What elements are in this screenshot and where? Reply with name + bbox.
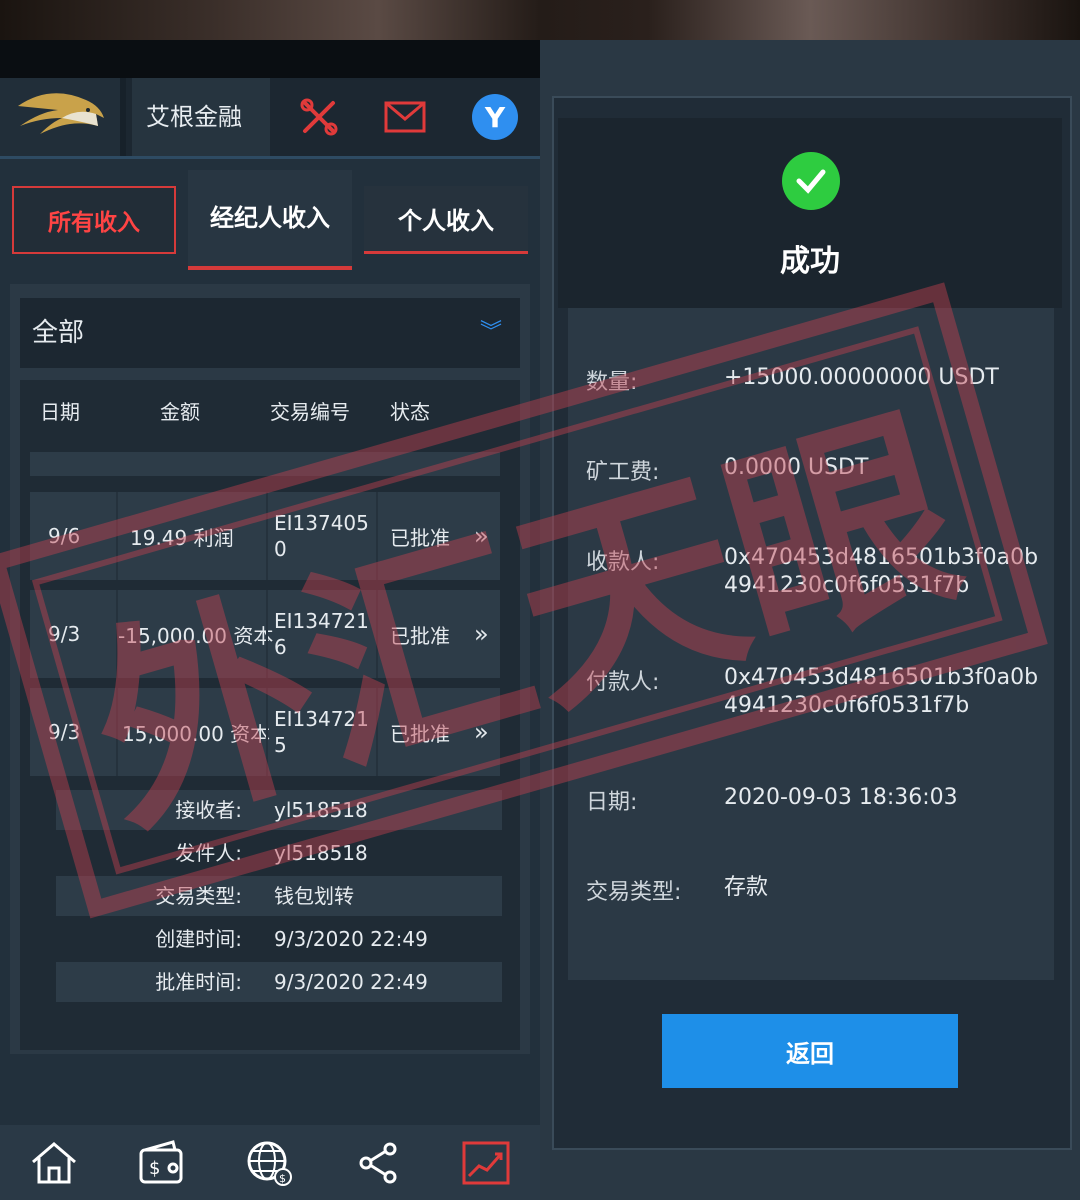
table-row[interactable]: 9/3 15,000.00 资本 EI1347215 已批准 »: [30, 688, 500, 776]
table-row[interactable]: 9/3 -15,000.00 资本 EI1347216 已批准 »: [30, 590, 500, 678]
transactions-table: 日期 金额 交易编号 状态 9/6 19.49 利润 EI1374050 已批准…: [20, 380, 520, 1050]
top-photo-strip: [0, 0, 1080, 40]
field-label: 矿工费:: [586, 460, 660, 485]
transaction-details: 数量: +15000.00000000 USDT 矿工费: 0.0000 USD…: [568, 308, 1054, 980]
share-icon[interactable]: [324, 1125, 432, 1200]
filter-value: 全部: [32, 318, 85, 348]
field-label: 数量:: [586, 370, 638, 395]
result-header: 成功: [558, 118, 1062, 308]
column-header-status: 状态: [390, 400, 430, 424]
field-value: 0x470453d4816501b3f0a0b4941230c0f6f0531f…: [724, 545, 1039, 598]
row-id: EI1347216: [274, 609, 369, 659]
wallet-icon[interactable]: $: [108, 1125, 216, 1200]
field-value: 2020-09-03 18:36:03: [724, 785, 958, 810]
tab-broker-income[interactable]: 经纪人收入: [188, 170, 352, 270]
detail-label: 创建时间:: [155, 927, 242, 951]
row-amount: -15,000.00 资本: [118, 623, 274, 648]
row-date: 9/6: [48, 524, 81, 548]
field-value: 0.0000 USDT: [724, 455, 869, 480]
chevron-down-icon: ︾: [479, 320, 502, 345]
row-amount: 19.49 利润: [130, 525, 234, 550]
eagle-icon: [18, 93, 104, 134]
row-amount: 15,000.00 资本: [122, 721, 271, 746]
detail-value: 钱包划转: [274, 884, 354, 908]
globe-icon[interactable]: $: [216, 1125, 324, 1200]
column-header-date: 日期: [40, 400, 80, 424]
column-header-id: 交易编号: [270, 400, 350, 424]
detail-receiver: 接收者: yl518518: [56, 790, 502, 830]
field-label: 收款人:: [586, 550, 660, 575]
field-value: 0x470453d4816501b3f0a0b4941230c0f6f0531f…: [724, 665, 1039, 718]
expand-chevron-icon[interactable]: »: [474, 688, 489, 776]
field-label: 日期:: [586, 790, 638, 815]
detail-value: yl518518: [274, 798, 368, 822]
success-title: 成功: [780, 244, 840, 279]
table-spacer-row: [30, 452, 500, 476]
row-id: EI1374050: [274, 511, 369, 561]
field-value: 存款: [724, 875, 769, 900]
detail-approved: 批准时间: 9/3/2020 22:49: [56, 962, 502, 1002]
app-header: 艾根金融 Y: [0, 78, 540, 159]
detail-type: 交易类型: 钱包划转: [56, 876, 502, 916]
check-icon: [782, 152, 840, 210]
expand-chevron-icon[interactable]: »: [474, 590, 489, 678]
field-label: 付款人:: [586, 670, 660, 695]
filter-select[interactable]: 全部 ︾: [20, 298, 520, 368]
transactions-panel: 全部 ︾ 日期 金额 交易编号 状态 9/6 19.49 利润 EI137405…: [10, 284, 530, 1054]
detail-label: 接收者:: [175, 798, 242, 822]
detail-label: 批准时间:: [155, 970, 242, 994]
detail-label: 交易类型:: [155, 884, 242, 908]
row-status: 已批准: [390, 525, 450, 550]
tab-all-income[interactable]: 所有收入: [12, 186, 176, 254]
result-card: 成功 数量: +15000.00000000 USDT 矿工费: 0.0000 …: [552, 96, 1072, 1150]
field-value: +15000.00000000 USDT: [724, 365, 999, 390]
detail-label: 发件人:: [175, 841, 242, 865]
avatar-letter: Y: [472, 94, 518, 140]
mail-icon[interactable]: [366, 78, 444, 156]
detail-sender: 发件人: yl518518: [56, 833, 502, 873]
home-icon[interactable]: [0, 1125, 108, 1200]
brand-name: 艾根金融: [132, 78, 270, 156]
svg-text:$: $: [279, 1172, 286, 1185]
chart-icon[interactable]: [432, 1125, 540, 1200]
svg-text:$: $: [149, 1158, 160, 1179]
tab-personal-income[interactable]: 个人收入: [364, 186, 528, 254]
row-id: EI1347215: [274, 707, 369, 757]
avatar[interactable]: Y: [456, 78, 534, 156]
income-screen: 艾根金融 Y 所有收入 经纪人收入 个人收入 全部 ︾ 日期 金额 交易编号 状…: [0, 40, 540, 1200]
table-row[interactable]: 9/6 19.49 利润 EI1374050 已批准 »: [30, 492, 500, 580]
expand-chevron-icon[interactable]: »: [474, 492, 489, 580]
row-date: 9/3: [48, 720, 81, 744]
detail-value: 9/3/2020 22:49: [274, 927, 428, 951]
detail-value: yl518518: [274, 841, 368, 865]
eagle-logo[interactable]: [0, 78, 126, 156]
row-status: 已批准: [390, 721, 450, 746]
column-header-amount: 金额: [160, 400, 200, 424]
field-label: 交易类型:: [586, 880, 682, 905]
bottom-nav: $ $: [0, 1125, 540, 1200]
row-status: 已批准: [390, 623, 450, 648]
detail-value: 9/3/2020 22:49: [274, 970, 428, 994]
income-tabs: 所有收入 经纪人收入 个人收入: [0, 170, 540, 280]
tools-icon[interactable]: [280, 78, 358, 156]
detail-created: 创建时间: 9/3/2020 22:49: [56, 919, 502, 959]
return-button[interactable]: 返回: [662, 1014, 958, 1088]
row-date: 9/3: [48, 622, 81, 646]
status-bar: [0, 40, 540, 78]
deposit-result-screen: 成功 数量: +15000.00000000 USDT 矿工费: 0.0000 …: [540, 40, 1080, 1200]
